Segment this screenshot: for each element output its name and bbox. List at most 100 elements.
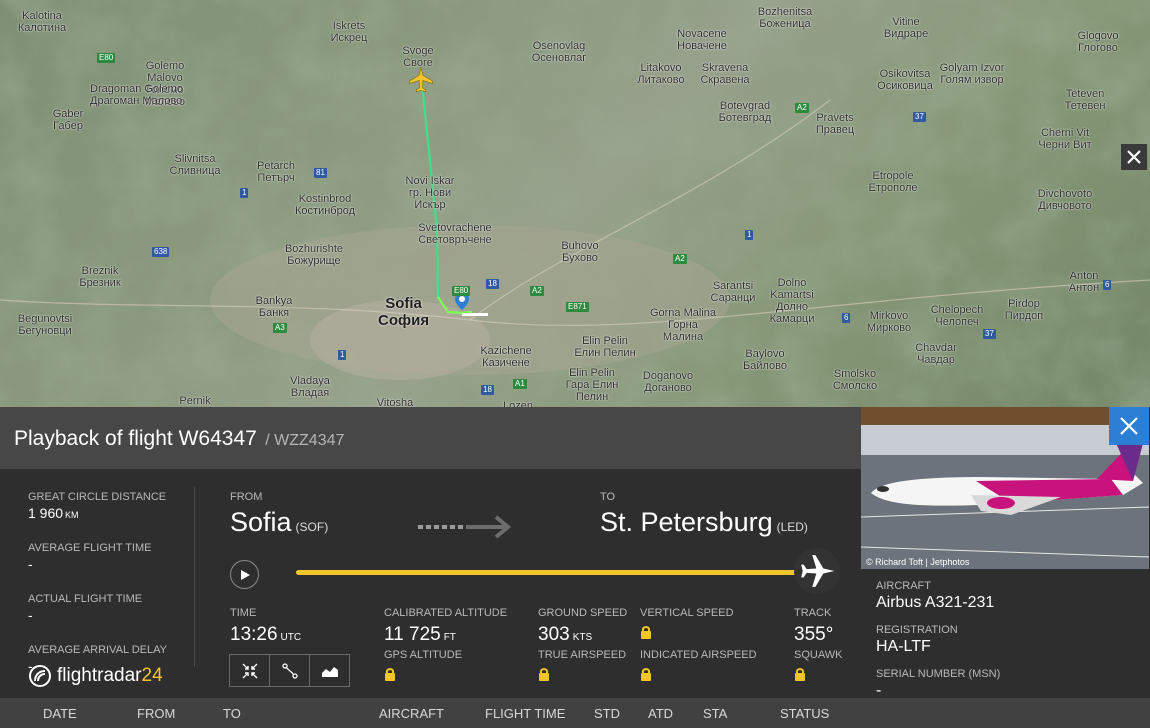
place-label: Etropole Етрополе <box>868 170 918 194</box>
map-close-button[interactable] <box>1121 144 1147 170</box>
place-label: Pravets Правец <box>815 112 855 136</box>
route-from[interactable]: FROM Sofia (SOF) <box>230 491 328 538</box>
aircraft-photo[interactable]: © Richard Toft | Jetphotos <box>861 407 1149 569</box>
road-shield: A3 <box>273 323 287 333</box>
place-label: Vitosha <box>376 397 414 407</box>
place-label: Divchovoto Дивчовото <box>1037 188 1093 212</box>
place-label: Kalotina Калотина <box>17 10 67 34</box>
column-header-status[interactable]: STATUS <box>780 706 829 721</box>
to-city: St. Petersburg <box>600 507 773 537</box>
to-code: (LED) <box>776 520 808 534</box>
lock-icon[interactable] <box>794 667 806 687</box>
road-shield: 81 <box>314 168 327 178</box>
flight-history-table-header: DATE FROM TO AIRCRAFT FLIGHT TIME STD ATD STA ST… <box>0 698 1150 728</box>
place-label: Buhovo Бухово <box>561 240 599 264</box>
play-button[interactable] <box>230 560 259 589</box>
aircraft-type: Airbus A321-231 <box>876 594 995 611</box>
place-label: Vladaya Владая <box>290 375 330 399</box>
place-label: Vitine Видраре <box>883 16 929 40</box>
zoom-to-flight-button[interactable] <box>229 654 270 687</box>
flightradar24-logo[interactable]: flightradar24 <box>28 664 163 688</box>
place-label: Baylovo Байлово <box>743 348 787 372</box>
route-to[interactable]: TO St. Petersburg (LED) <box>600 491 808 538</box>
aircraft-label: Aircraft <box>876 580 931 592</box>
metric-track: Track 355° <box>794 607 834 645</box>
road-shield: E871 <box>566 302 589 312</box>
place-label: Petarch Петърч <box>257 160 295 184</box>
play-icon <box>240 569 250 580</box>
aircraft-info: Aircraft Airbus A321-231 Registration HA… <box>876 580 1000 712</box>
road-shield: 1 <box>338 350 347 360</box>
map-view[interactable]: Kalotina Калотина Golemo Malovo Големо Малово… <box>0 0 1150 407</box>
place-label: Pirdop Пирдоп <box>1004 298 1044 322</box>
serial-label: Serial number (MSN) <box>876 668 1001 680</box>
playback-progress-bar[interactable] <box>296 570 816 575</box>
radar-logo-icon <box>29 665 51 687</box>
metric-true-airspeed: True airspeed <box>538 649 626 687</box>
column-header-from[interactable]: FROM <box>137 706 175 721</box>
column-header-aircraft[interactable]: AIRCRAFT <box>379 706 444 721</box>
column-header-date[interactable]: DATE <box>43 706 77 721</box>
place-label: Gorna Malina Горна Малина <box>649 307 717 343</box>
lock-icon[interactable] <box>640 625 652 645</box>
plane-icon <box>801 555 835 587</box>
from-code: (SOF) <box>295 520 329 534</box>
photo-credit[interactable]: © Richard Toft | Jetphotos <box>866 557 969 567</box>
arrow-icon <box>418 515 512 539</box>
road-shield: A2 <box>795 103 809 113</box>
lock-icon[interactable] <box>640 667 652 687</box>
zoom-icon <box>242 663 257 678</box>
plane-icon[interactable] <box>407 66 435 94</box>
metric-time: Time 13:26 UTC <box>230 607 302 645</box>
metric-ground-speed: Ground speed 303 KTS <box>538 607 628 645</box>
column-header-std[interactable]: STD <box>594 706 620 721</box>
lock-icon[interactable] <box>538 667 550 687</box>
close-icon <box>1127 150 1141 164</box>
place-label: Chavdar Чавдар <box>915 342 957 366</box>
column-header-sta[interactable]: STA <box>703 706 727 721</box>
place-label: Teteven Тетевен <box>1064 88 1106 112</box>
from-city: Sofia <box>230 507 292 537</box>
column-header-flight-time[interactable]: FLIGHT TIME <box>485 706 565 721</box>
playback-scrubber[interactable] <box>794 548 840 594</box>
aircraft-image <box>861 407 1149 569</box>
place-label: Kostinbrod Костинброд <box>295 193 355 217</box>
place-label: Smolsko Смолско <box>832 368 878 392</box>
stat-distance: Great circle distance 1 960 KM <box>28 491 167 521</box>
place-label: Bozhenitsa Боженица <box>757 6 813 30</box>
callsign: / WZZ4347 <box>265 432 345 449</box>
place-label: Bankya Банкя <box>255 295 293 319</box>
place-label: Breznik Брезник <box>79 265 121 289</box>
route-path-button[interactable] <box>269 654 310 687</box>
road-shield: 18 <box>481 385 494 395</box>
metric-calibrated-altitude: Calibrated altitude 11 725 FT <box>384 607 508 645</box>
place-label: Slivnitsa Сливница <box>169 153 221 177</box>
place-label: Lozen <box>503 400 533 407</box>
place-label: Osikovitsa Осиковица <box>877 68 933 92</box>
city-label-sofia: Sofia София <box>378 295 430 329</box>
close-button[interactable] <box>1109 407 1149 445</box>
place-label: Doganovo Доганово <box>642 370 694 394</box>
place-label: Skravena Скравена <box>700 62 750 86</box>
altitude-graph-button[interactable] <box>309 654 350 687</box>
road-shield: 6 <box>1103 280 1112 290</box>
flight-playback-panel: Playback of flight W64347 / WZZ4347 Grea… <box>0 407 861 698</box>
road-shield: 37 <box>983 329 996 339</box>
place-label: Pernik <box>179 395 211 407</box>
playback-tools <box>229 654 350 687</box>
column-header-to[interactable]: TO <box>223 706 241 721</box>
divider <box>194 487 195 667</box>
chart-icon <box>321 666 338 677</box>
lock-icon[interactable] <box>384 667 396 687</box>
place-label: Novi Iskar гр. Нови Искър <box>405 175 455 211</box>
place-label: Bozhurishte Божурище <box>284 243 344 267</box>
place-label: Anton Антон <box>1068 270 1100 294</box>
place-label: Gaber Габер <box>52 108 84 132</box>
road-shield: 18 <box>486 279 499 289</box>
road-shield: 37 <box>913 112 926 122</box>
place-label: Iskrets Искрец <box>330 20 368 44</box>
column-header-atd[interactable]: ATD <box>648 706 673 721</box>
place-label: Begunovtsi Бегуновци <box>17 313 73 337</box>
registration-value: HA-LTF <box>876 638 931 655</box>
place-label: Novacene Новачене <box>677 28 727 52</box>
